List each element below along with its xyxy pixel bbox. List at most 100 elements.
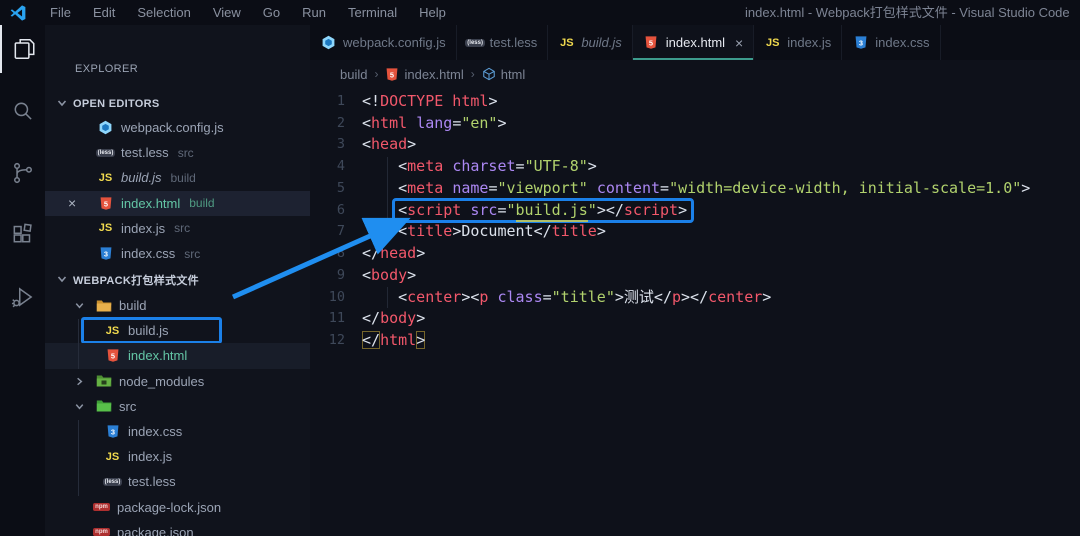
- tab-index.css[interactable]: 3 index.css: [842, 25, 941, 60]
- vscode-window: File Edit Selection View Go Run Terminal Help i…: [0, 0, 1080, 536]
- extensions-icon[interactable]: [0, 211, 45, 259]
- breadcrumb-separator: ›: [470, 67, 475, 81]
- file-label: webpack.config.js: [121, 120, 224, 136]
- tab-webpack.config.js[interactable]: webpack.config.js: [310, 25, 457, 60]
- svg-text:5: 5: [103, 199, 107, 208]
- project-section-header[interactable]: WEBPACK打包样式文件: [45, 269, 310, 291]
- tree-indent-guide: [78, 319, 79, 369]
- open-editor-webpack.config.js[interactable]: webpack.config.js: [45, 115, 310, 140]
- html-icon: 5: [104, 348, 121, 364]
- file-label: index.css: [121, 246, 176, 262]
- file-path-suffix: src: [177, 145, 194, 160]
- tree-item-package.json[interactable]: npm package.json: [45, 520, 310, 536]
- code-line-8[interactable]: 8 </head>: [310, 242, 1080, 264]
- open-editors-header[interactable]: OPEN EDITORS: [45, 93, 310, 115]
- open-editor-test.less[interactable]: (less) test.less src: [45, 140, 310, 165]
- code-line-5[interactable]: 5 <meta name="viewport" content="width=d…: [310, 177, 1080, 199]
- code-line-3[interactable]: 3 <head>: [310, 134, 1080, 156]
- tab-label: test.less: [489, 35, 538, 50]
- breadcrumb-item-index.html[interactable]: index.html: [404, 67, 463, 82]
- tab-build.js[interactable]: JS build.js: [548, 25, 633, 60]
- tab-index.html[interactable]: 5 index.html ×: [632, 25, 755, 60]
- file-label: package-lock.json: [117, 499, 222, 515]
- open-editor-build.js[interactable]: JS build.js build: [45, 165, 310, 190]
- indent-guide: [387, 157, 388, 243]
- svg-text:5: 5: [649, 38, 653, 47]
- run-and-debug-icon[interactable]: [0, 273, 45, 321]
- vscode-logo-icon: [10, 4, 26, 21]
- code-line-7[interactable]: 7 <title>Document</title>: [310, 221, 1080, 243]
- tab-label: build.js: [581, 35, 622, 50]
- css-icon: 3: [97, 246, 114, 262]
- tree-item-build[interactable]: build: [45, 293, 310, 318]
- code-line-6[interactable]: 6 <script src="build.js"></script>: [310, 197, 1080, 223]
- code-line-11[interactable]: 11 </body>: [310, 308, 1080, 330]
- svg-text:5: 5: [110, 352, 114, 361]
- tree-indent-guide: [78, 420, 79, 496]
- tree-item-src[interactable]: src: [45, 394, 310, 419]
- tab-close-icon[interactable]: ×: [735, 35, 743, 51]
- menu-view[interactable]: View: [202, 0, 252, 25]
- open-editors-list: webpack.config.js (less) test.less src J…: [45, 115, 310, 266]
- tree-item-index.js[interactable]: JS index.js: [45, 444, 310, 469]
- css-icon: 3: [104, 424, 121, 440]
- npm-icon: npm: [93, 528, 110, 536]
- code-line-2[interactable]: 2 <html lang="en">: [310, 112, 1080, 134]
- breadcrumb-item-html[interactable]: html: [501, 67, 526, 82]
- menu-edit[interactable]: Edit: [82, 0, 126, 25]
- webpack-icon: [97, 120, 114, 136]
- tab-test.less[interactable]: (less) test.less: [456, 25, 549, 60]
- file-label: index.css: [128, 424, 183, 440]
- title-bar: File Edit Selection View Go Run Terminal Help i…: [0, 0, 1080, 25]
- code-line-4[interactable]: 4 <meta charset="UTF-8">: [310, 155, 1080, 177]
- source-control-icon[interactable]: [0, 149, 45, 197]
- js-icon: JS: [98, 222, 113, 235]
- line-number: 12: [328, 332, 345, 349]
- webpack-icon: [320, 35, 337, 51]
- code-line-12[interactable]: 12 </html>: [310, 329, 1080, 351]
- menu-help[interactable]: Help: [408, 0, 457, 25]
- tab-label: webpack.config.js: [343, 35, 446, 50]
- close-icon[interactable]: ×: [68, 195, 76, 211]
- html-icon: 5: [385, 67, 399, 82]
- chevron-down-icon: [55, 272, 69, 289]
- html-icon: 5: [97, 195, 114, 211]
- file-label: build.js: [121, 170, 162, 186]
- tree-item-test.less[interactable]: (less) test.less: [45, 469, 310, 494]
- breadcrumb-item-build[interactable]: build: [340, 67, 367, 82]
- tree-item-build.js[interactable]: JS build.js: [45, 317, 310, 345]
- code-area[interactable]: 1 <!DOCTYPE html> 2 <html lang="en"> 3 <head>…: [310, 90, 1080, 536]
- menu-run[interactable]: Run: [291, 0, 337, 25]
- file-label: index.html: [128, 348, 188, 364]
- code-line-10[interactable]: 10 <center><p class="title">测试</p></cent…: [310, 286, 1080, 308]
- file-path-suffix: build: [189, 196, 215, 211]
- menu-terminal[interactable]: Terminal: [337, 0, 408, 25]
- open-editor-index.js[interactable]: JS index.js src: [45, 216, 310, 241]
- tree-item-package-lock.json[interactable]: npm package-lock.json: [45, 495, 310, 520]
- line-number: 9: [336, 266, 345, 283]
- file-label: src: [119, 398, 137, 414]
- explorer-icon[interactable]: [0, 25, 45, 73]
- search-icon[interactable]: [0, 87, 45, 135]
- tab-index.js[interactable]: JS index.js: [754, 25, 843, 60]
- file-path-suffix: src: [174, 221, 191, 236]
- open-editor-index.css[interactable]: 3 index.css src: [45, 241, 310, 266]
- tree-item-index.css[interactable]: 3 index.css: [45, 419, 310, 444]
- open-editor-index.html[interactable]: × 5 index.html build: [45, 190, 310, 216]
- tree-item-node_modules[interactable]: node_modules: [45, 369, 310, 394]
- file-label: package.json: [117, 524, 194, 536]
- file-label: index.html: [121, 195, 181, 211]
- menu-go[interactable]: Go: [252, 0, 291, 25]
- window-title: index.html - Webpack打包样式文件 - Visual Stud…: [745, 5, 1070, 20]
- html-icon: 5: [643, 35, 660, 51]
- menu-selection[interactable]: Selection: [126, 0, 201, 25]
- code-line-1[interactable]: 1 <!DOCTYPE html>: [310, 90, 1080, 112]
- folder-build-icon: [95, 298, 112, 314]
- file-label: test.less: [128, 474, 176, 490]
- tree-item-index.html[interactable]: 5 index.html: [45, 343, 310, 369]
- menu-file[interactable]: File: [39, 0, 82, 25]
- file-label: index.js: [128, 449, 173, 465]
- file-label: index.js: [121, 220, 166, 236]
- code-line-9[interactable]: 9 <body>: [310, 264, 1080, 286]
- tab-label: index.css: [875, 35, 930, 50]
